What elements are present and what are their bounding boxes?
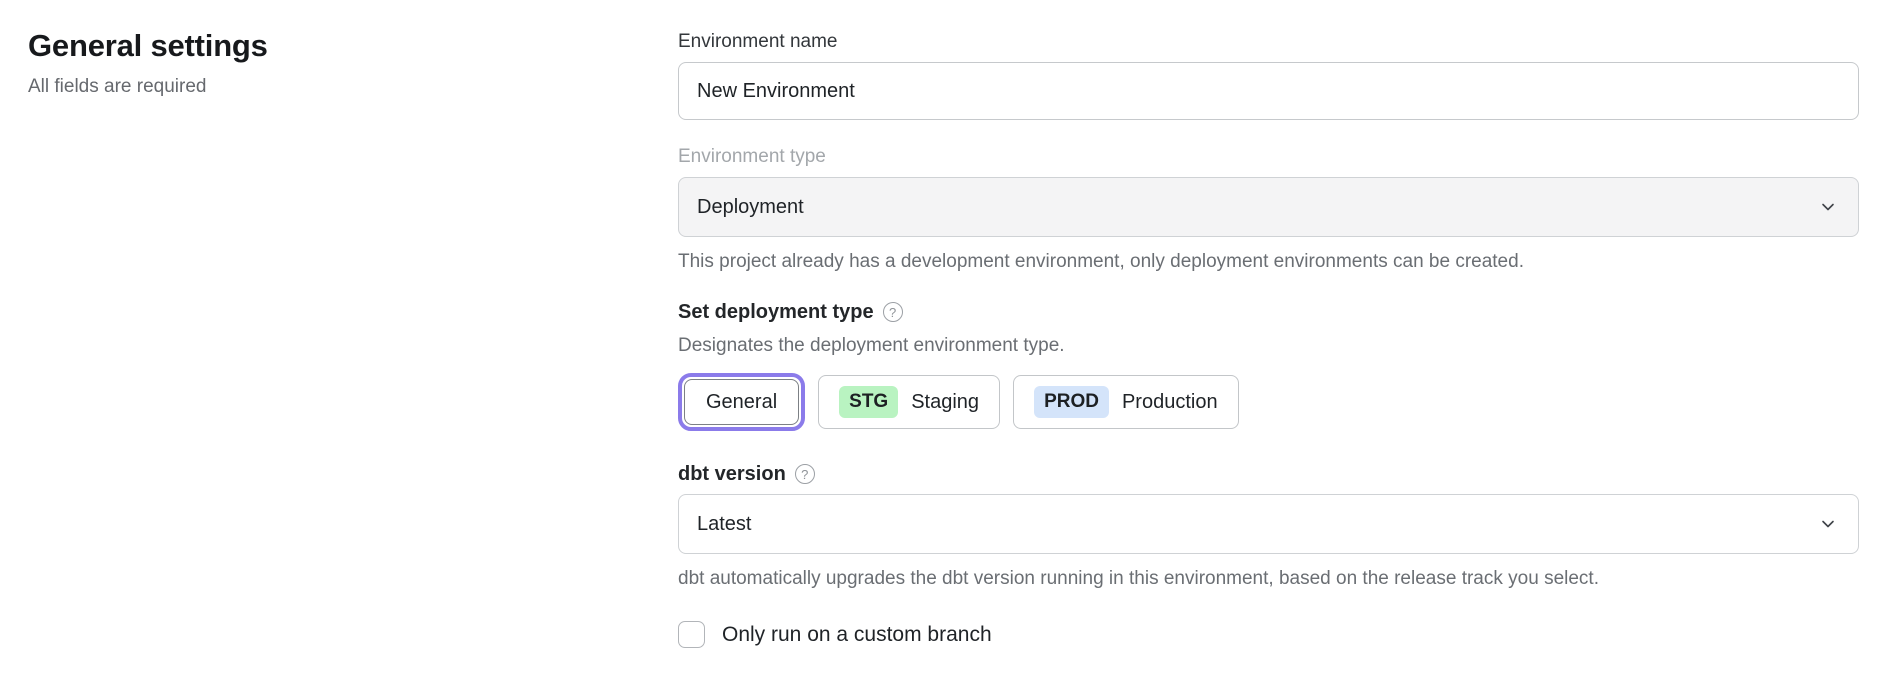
deployment-type-option-production[interactable]: PROD Production xyxy=(1013,375,1239,429)
custom-branch-row: Only run on a custom branch xyxy=(678,621,1859,648)
deployment-type-option-staging[interactable]: STG Staging xyxy=(818,375,1000,429)
deployment-type-option-general[interactable]: General xyxy=(684,379,799,425)
help-icon[interactable]: ? xyxy=(795,464,815,484)
deployment-type-description: Designates the deployment environment ty… xyxy=(678,334,1859,358)
page-title: General settings xyxy=(28,28,588,64)
environment-name-input[interactable] xyxy=(678,62,1859,120)
dbt-version-value: Latest xyxy=(697,513,751,536)
custom-branch-checkbox[interactable] xyxy=(678,621,705,648)
option-production-label: Production xyxy=(1122,391,1218,414)
deployment-type-option-general-selected-ring: General xyxy=(678,373,805,431)
environment-type-label: Environment type xyxy=(678,145,1859,169)
custom-branch-label: Only run on a custom branch xyxy=(722,623,992,647)
chevron-down-icon xyxy=(1820,199,1836,215)
dbt-version-select[interactable]: Latest xyxy=(678,494,1859,554)
page-subtitle: All fields are required xyxy=(28,76,588,98)
environment-type-value: Deployment xyxy=(697,196,804,219)
page-header: General settings All fields are required xyxy=(28,28,588,98)
staging-badge: STG xyxy=(839,386,898,418)
chevron-down-icon xyxy=(1820,516,1836,532)
option-general-label: General xyxy=(706,391,777,414)
dbt-version-label: dbt version ? xyxy=(678,462,1859,486)
option-staging-label: Staging xyxy=(911,391,979,414)
dbt-version-label-text: dbt version xyxy=(678,462,786,486)
environment-type-select: Deployment xyxy=(678,177,1859,237)
environment-type-helper: This project already has a development e… xyxy=(678,250,1859,274)
deployment-type-label-text: Set deployment type xyxy=(678,300,874,324)
deployment-type-label: Set deployment type ? xyxy=(678,300,1859,324)
production-badge: PROD xyxy=(1034,386,1109,418)
dbt-version-helper: dbt automatically upgrades the dbt versi… xyxy=(678,567,1859,591)
environment-settings-form: Environment name Environment type Deploy… xyxy=(678,30,1859,648)
deployment-type-options: General STG Staging PROD Production xyxy=(678,372,1859,432)
help-icon[interactable]: ? xyxy=(883,302,903,322)
environment-name-label: Environment name xyxy=(678,30,1859,54)
